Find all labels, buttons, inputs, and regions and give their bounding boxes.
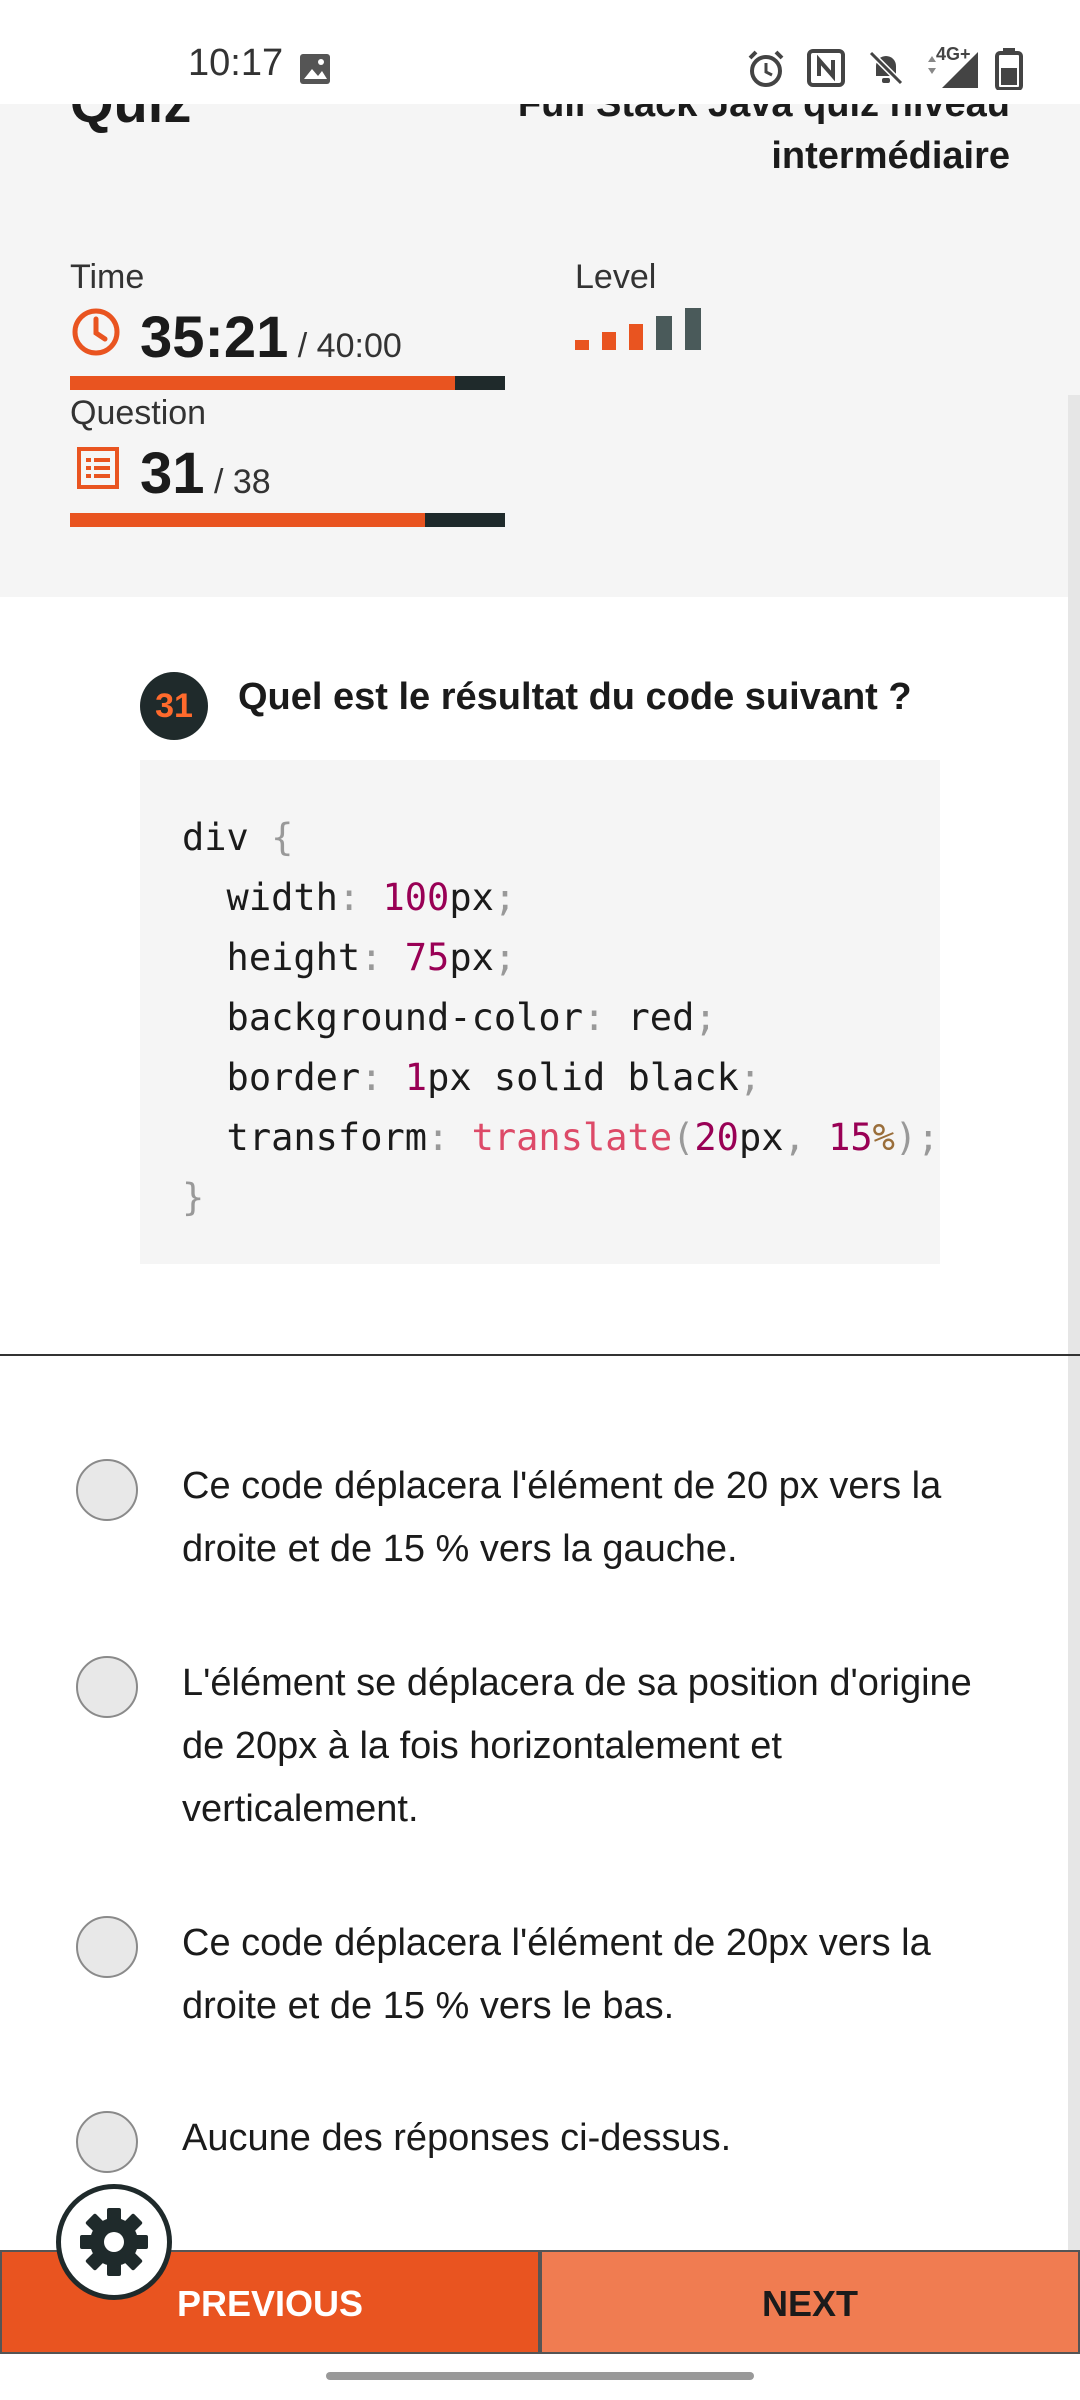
level-bar-2 [602, 332, 616, 350]
radio-button[interactable] [76, 1656, 138, 1718]
battery-icon [994, 48, 1024, 91]
question-progress-fill [70, 513, 425, 527]
level-label: Level [575, 258, 657, 296]
time-elapsed: 35:21 [140, 305, 289, 370]
time-label: Time [70, 258, 145, 296]
settings-button[interactable] [56, 2184, 172, 2300]
next-button[interactable]: NEXT [540, 2250, 1080, 2354]
radio-button[interactable] [76, 1916, 138, 1978]
question-number-badge: 31 [140, 672, 208, 740]
question-label: Question [70, 394, 207, 432]
nfc-icon [806, 48, 846, 87]
question-total: / 38 [204, 463, 271, 501]
answer-text: L'élément se déplacera de sa position d'… [182, 1662, 972, 1830]
answer-option-1[interactable]: Ce code déplacera l'élément de 20 px ver… [70, 1455, 1020, 1575]
gear-icon [76, 2204, 152, 2280]
home-indicator[interactable] [326, 2372, 754, 2380]
answer-option-3[interactable]: Ce code déplacera l'élément de 20px vers… [70, 1912, 1020, 2032]
scrollbar[interactable] [1068, 395, 1080, 2250]
time-total: / 40:00 [288, 327, 402, 365]
level-bar-5 [685, 308, 701, 350]
level-bar-1 [575, 340, 589, 350]
status-bar: 10:17 4G+ [0, 0, 1080, 104]
answer-text: Aucune des réponses ci-dessus. [182, 2117, 732, 2159]
question-text: Quel est le résultat du code suivant ? [238, 676, 912, 718]
question-value: 31 / 38 [140, 440, 271, 507]
alarm-icon [745, 48, 787, 87]
answer-option-2[interactable]: L'élément se déplacera de sa position d'… [70, 1652, 1020, 1842]
answer-text: Ce code déplacera l'élément de 20px vers… [182, 1922, 931, 2027]
image-icon [298, 52, 332, 90]
question-progress-bar [70, 513, 505, 527]
radio-button[interactable] [76, 1459, 138, 1521]
time-progress-fill [70, 376, 455, 390]
list-icon [76, 446, 120, 490]
network-type: 4G+ [936, 44, 971, 64]
question-current: 31 [140, 441, 205, 506]
answer-text: Ce code déplacera l'élément de 20 px ver… [182, 1465, 942, 1570]
radio-button[interactable] [76, 2111, 138, 2173]
level-bar-4 [656, 316, 672, 350]
section-divider [0, 1354, 1080, 1356]
status-time: 10:17 [188, 42, 284, 84]
bell-off-icon [866, 48, 906, 86]
level-bar-3 [629, 324, 643, 350]
answer-option-4[interactable]: Aucune des réponses ci-dessus. [70, 2107, 1020, 2177]
time-progress-bar [70, 376, 505, 390]
clock-icon [70, 306, 122, 358]
code-block: div { width: 100px; height: 75px; backgr… [140, 760, 940, 1264]
time-value: 35:21 / 40:00 [140, 304, 402, 371]
